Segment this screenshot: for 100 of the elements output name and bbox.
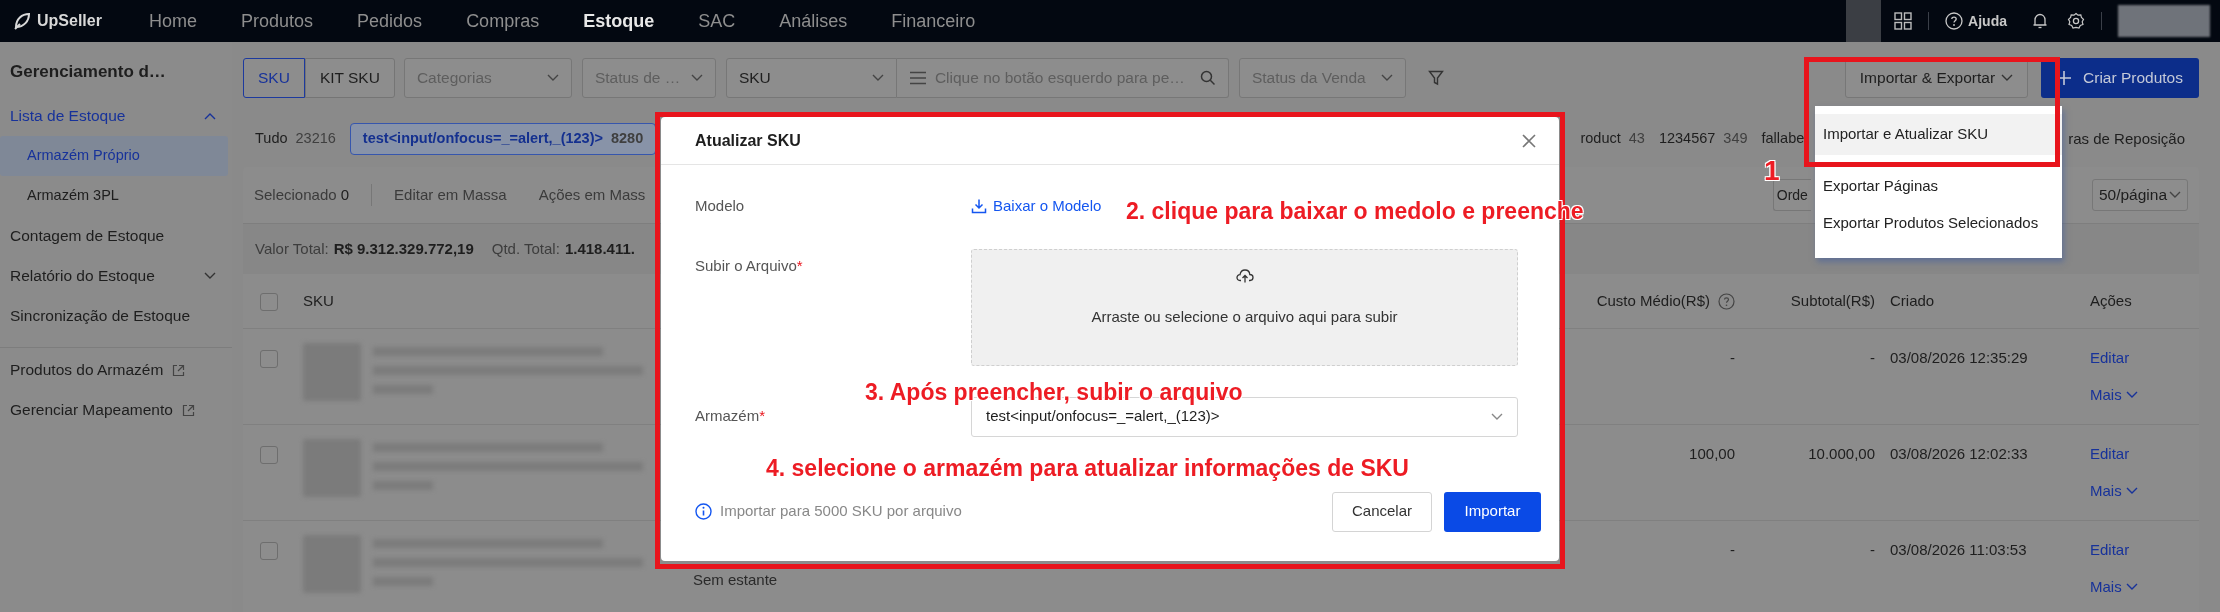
logo-text: UpSeller [37,11,102,31]
create-products-button[interactable]: Criar Produtos [2041,58,2199,98]
chevron-icon [690,74,703,82]
column-header: Criado [1890,291,1935,309]
chevron-icon [2125,582,2138,591]
nav-item[interactable]: Financeiro [891,7,976,35]
tab-count: 349 [1723,129,1748,149]
sidebar-item[interactable]: Contagem de Estoque [0,216,232,256]
sidebar-item[interactable]: Sincronização de Estoque [0,296,232,336]
table-cell: - [1730,541,1735,558]
warehouse-tab[interactable]: test<input/onfocus=_=alert,_(123)> 8280 [349,123,657,155]
filter-icon[interactable] [1427,70,1444,86]
chevron-icon [2169,191,2181,199]
help-icon [1945,12,1964,30]
close-icon[interactable] [1521,132,1537,149]
row-action-link[interactable]: Mais [2090,479,2138,502]
select-field[interactable]: SKU [725,58,897,98]
field-label: Modelo [695,196,745,216]
warehouse-tab[interactable]: fallabe [1761,128,1805,150]
sidebar-item[interactable]: Relatório do Estoque [0,256,232,296]
nav-item[interactable]: Home [149,7,197,35]
checkbox[interactable] [260,350,278,369]
nav-item[interactable]: Pedidos [357,7,423,35]
upload-cloud-icon [1235,267,1254,284]
download-link[interactable]: Baixar o Modelo [971,195,1102,218]
upload-dropzone[interactable]: Arraste ou selecione o arquivo aqui para subir [971,248,1518,366]
table-cell: - [1870,541,1875,558]
settings-icon[interactable] [2067,12,2085,30]
sidebar-link[interactable]: Gerenciar Mapeamento [0,390,232,430]
logo-icon [12,11,32,31]
nav-item[interactable]: Produtos [241,7,314,35]
info-icon [695,503,712,520]
table-cell: 10.000,00 [1808,445,1875,462]
column-header: Ações [2090,291,2132,309]
chevron-icon [1491,412,1503,421]
sidebar-link[interactable]: Produtos do Armazém [0,350,232,390]
info-note: Importar para 5000 SKU por arquivo [695,500,962,523]
bulk-action[interactable]: Editar em Massa [394,183,507,207]
column-header: Subtotal(R$) [1790,291,1875,309]
menu-item[interactable]: Exportar Páginas [1815,168,2062,205]
apps-icon[interactable] [1894,12,1913,30]
chevron-icon [2125,486,2138,495]
bulk-action[interactable]: Ações em Mass [538,183,646,207]
nav-item[interactable]: SAC [698,7,736,35]
menu-item[interactable]: Importar e Atualizar SKU [1815,114,2062,155]
table-cell: - [1730,349,1735,366]
sidebar-title: Gerenciamento d… [9,61,167,83]
plus-icon [2057,71,2072,85]
column-header: Custo Médio(R$) [1596,290,1710,311]
list-icon [908,71,927,85]
type-tab[interactable]: KIT SKU [304,58,395,98]
row-action-link[interactable]: Mais [2090,575,2138,598]
menu-item[interactable]: Exportar Produtos Selecionados [1815,205,2062,242]
column-header: SKU [303,291,334,309]
search-icon [1199,70,1216,86]
tab-count: 8280 [611,129,644,149]
table-cell: 03/08/2026 12:02:33 [1890,445,2028,462]
chevron-icon [204,272,216,280]
row-action-link[interactable]: Editar [2090,443,2130,466]
tab-count: 23216 [295,129,336,149]
sidebar-item[interactable]: Lista de Estoque [0,96,232,136]
table-cell-text: Sem estante [693,570,778,590]
table-cell: 03/08/2026 12:35:29 [1890,349,2028,366]
nav-item[interactable]: Compras [466,7,540,35]
nav-item[interactable]: Estoque [583,7,655,35]
warehouse-tab[interactable]: Tudo 23216 [255,128,336,150]
summary-label: Qtd. Total: [491,239,560,257]
chevron-icon [2125,390,2138,399]
replenishment-link[interactable]: ras de Reposição [2068,127,2185,151]
summary-value: 1.418.411. [564,239,635,257]
nav-item[interactable]: Análises [779,7,848,35]
row-action-link[interactable]: Mais [2090,383,2138,406]
checkbox[interactable] [260,292,278,311]
chevron-icon [546,74,559,82]
row-action-link[interactable]: Editar [2090,539,2130,562]
sort-select[interactable]: Orde [1772,179,1811,211]
cancel-button[interactable]: Cancelar [1332,491,1432,532]
annotation-text: 4. selecione o armazém para atualizar informações de SKU [766,454,1409,483]
warehouse-tab[interactable]: roduct 43 [1580,128,1645,150]
help-link[interactable]: Ajuda [1945,10,2007,32]
chevron-icon [871,74,884,82]
table-cell: 03/08/2026 11:03:53 [1890,541,2027,558]
row-action-link[interactable]: Editar [2090,347,2130,370]
checkbox[interactable] [260,542,278,561]
sidebar-subitem[interactable]: Armazém 3PL [0,176,232,216]
checkbox[interactable] [260,446,278,465]
import-button[interactable]: Importar [1444,491,1541,532]
summary-label: Valor Total: [255,239,329,257]
sidebar-subitem[interactable]: Armazém Próprio [0,136,228,176]
warehouse-tab[interactable]: 1234567 349 [1658,128,1748,150]
chevron-icon [2001,74,2014,82]
external-link-icon [172,363,186,377]
chevron-icon [1380,74,1393,82]
field-label: Subir o Arquivo* [695,255,803,276]
dialog-title: Atualizar SKU [695,130,801,151]
summary-value: R$ 9.312.329.772,19 [333,239,474,257]
bell-icon[interactable] [2032,12,2048,30]
type-tab[interactable]: SKU [243,58,305,98]
table-cell: - [1870,349,1875,366]
page-size-select[interactable]: 50/página [2091,179,2188,211]
